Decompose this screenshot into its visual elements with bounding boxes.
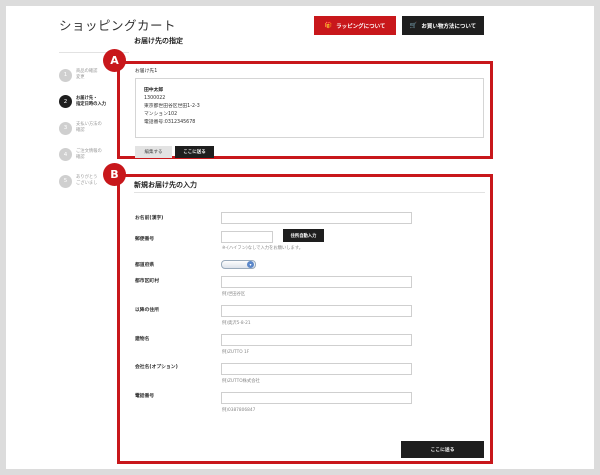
wrapping-info-label: ラッピングについて — [336, 23, 386, 30]
name-input[interactable] — [221, 212, 412, 224]
saved-address-card: 田中太郎 1300022 東京都世田谷区世田1-2-3 マンション102 電話番… — [135, 78, 484, 138]
divider — [134, 192, 485, 193]
zip-input[interactable] — [221, 231, 273, 243]
address-label: お届け先1 — [135, 69, 158, 74]
recipient-name: 田中太郎 — [144, 88, 164, 93]
step-number: 2 — [59, 95, 72, 109]
badge-a: A — [103, 49, 126, 72]
step-label: ご注文情報の 確認 — [76, 148, 102, 160]
recipient-zip: 1300022 — [144, 96, 166, 101]
city-input[interactable] — [221, 276, 412, 288]
page-title: ショッピングカート — [59, 18, 177, 33]
step-number: 5 — [59, 174, 72, 188]
wrapping-info-button[interactable]: 🎁 ラッピングについて — [314, 16, 396, 35]
payment-info-label: お買い物方法について — [421, 23, 477, 30]
step-label: お届け先・ 指定日時の入力 — [76, 95, 107, 107]
name-label: お名前(漢字) — [135, 216, 164, 221]
city-label: 都市区町村 — [135, 279, 159, 284]
delivery-section-title: お届け先の指定 — [134, 37, 183, 45]
step-label: ありがとう ございまし — [76, 175, 98, 187]
company-input[interactable] — [221, 363, 412, 375]
street-hint: 例)奥沢5-8-21 — [222, 321, 251, 326]
step-number: 4 — [59, 148, 72, 162]
prefecture-label: 都道府県 — [135, 263, 155, 268]
step-label: 商品の確認 変更 — [76, 69, 98, 81]
company-label: 会社名(オプション) — [135, 365, 178, 370]
recipient-address: 東京都世田谷区世田1-2-3 — [144, 104, 200, 109]
send-here-button[interactable]: ここに送る — [175, 146, 214, 158]
prefecture-select[interactable]: ▾ — [221, 260, 256, 269]
street-label: 以降の住所 — [135, 308, 159, 313]
zip-label: 郵便番号 — [135, 237, 155, 242]
cart-icon: 🛒 — [409, 22, 418, 29]
payment-info-button[interactable]: 🛒 お買い物方法について — [402, 16, 484, 35]
step-number: 3 — [59, 121, 72, 135]
building-input[interactable] — [221, 334, 412, 346]
gift-icon: 🎁 — [324, 22, 333, 29]
edit-address-button[interactable]: 編集する — [135, 146, 172, 158]
step-number: 1 — [59, 68, 72, 82]
phone-label: 電話番号 — [135, 394, 155, 399]
badge-b: B — [103, 163, 126, 186]
recipient-phone: 電話番号:0312345678 — [144, 120, 196, 125]
zip-hint: ※-(ハイフン)なしで入力をお願いします。 — [222, 246, 303, 251]
address-lookup-button[interactable]: 住所自動入力 — [283, 229, 324, 242]
submit-address-button[interactable]: ここに送る — [401, 441, 484, 458]
chevron-down-icon: ▾ — [247, 261, 254, 268]
building-label: 建物名 — [135, 337, 150, 342]
street-input[interactable] — [221, 305, 412, 317]
new-address-section-title: 新規お届け先の入力 — [134, 181, 197, 189]
building-hint: 例)ZUTTO 1F — [222, 350, 250, 355]
step-label: 支払い方法の 確認 — [76, 122, 102, 134]
phone-input[interactable] — [221, 392, 412, 404]
recipient-building: マンション102 — [144, 112, 178, 117]
company-hint: 例)ZUTTO株式会社 — [222, 379, 260, 384]
phone-hint: 例)0387806847 — [222, 408, 256, 413]
city-hint: 例)世田谷区 — [222, 292, 246, 297]
page: ショッピングカート 🎁 ラッピングについて 🛒 お買い物方法について 1 商品の… — [6, 6, 594, 469]
